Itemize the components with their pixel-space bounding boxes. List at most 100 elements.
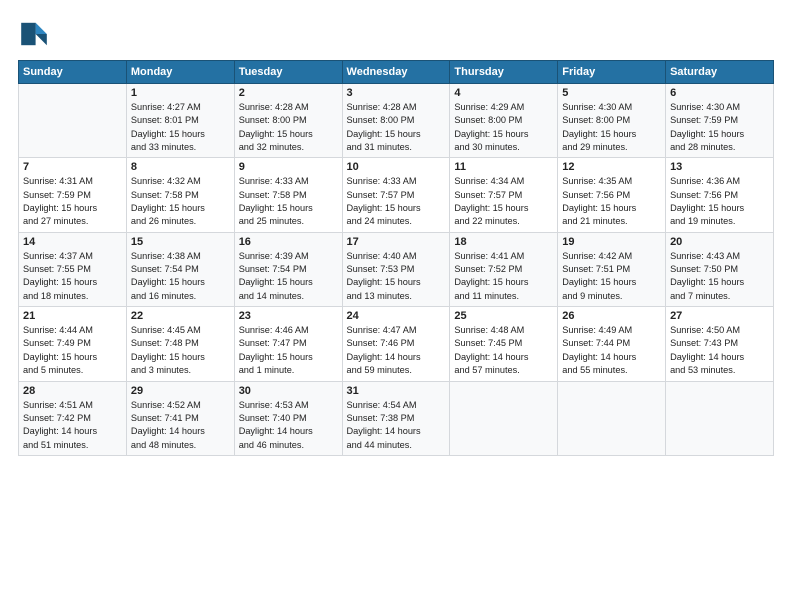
day-number: 28 bbox=[23, 385, 122, 397]
cell-content: Sunrise: 4:53 AMSunset: 7:40 PMDaylight:… bbox=[239, 399, 338, 452]
cell-content: Sunrise: 4:46 AMSunset: 7:47 PMDaylight:… bbox=[239, 324, 338, 377]
cell-content: Sunrise: 4:48 AMSunset: 7:45 PMDaylight:… bbox=[454, 324, 553, 377]
day-number: 25 bbox=[454, 310, 553, 322]
cell-content: Sunrise: 4:38 AMSunset: 7:54 PMDaylight:… bbox=[131, 250, 230, 303]
calendar-cell bbox=[450, 381, 558, 455]
day-number: 3 bbox=[347, 87, 446, 99]
logo-icon bbox=[18, 18, 50, 50]
col-header-monday: Monday bbox=[126, 61, 234, 84]
cell-content: Sunrise: 4:28 AMSunset: 8:00 PMDaylight:… bbox=[347, 101, 446, 154]
calendar-cell: 2Sunrise: 4:28 AMSunset: 8:00 PMDaylight… bbox=[234, 84, 342, 158]
day-number: 12 bbox=[562, 161, 661, 173]
calendar-table: SundayMondayTuesdayWednesdayThursdayFrid… bbox=[18, 60, 774, 456]
calendar-cell: 28 Sunrise: 4:51 AMSunset: 7:42 PMDayligh… bbox=[19, 381, 127, 455]
calendar-cell: 22Sunrise: 4:45 AMSunset: 7:48 PMDayligh… bbox=[126, 307, 234, 381]
day-number: 27 bbox=[670, 310, 769, 322]
day-number: 7 bbox=[23, 161, 122, 173]
day-number: 22 bbox=[131, 310, 230, 322]
cell-content: Sunrise: 4:50 AMSunset: 7:43 PMDaylight:… bbox=[670, 324, 769, 377]
week-row-3: 21 Sunrise: 4:44 AMSunset: 7:49 PMDayligh… bbox=[19, 307, 774, 381]
calendar-cell: 17 Sunrise: 4:40 AMSunset: 7:53 PMDayligh… bbox=[342, 232, 450, 306]
calendar-cell: 29 Sunrise: 4:52 AMSunset: 7:41 PMDayligh… bbox=[126, 381, 234, 455]
day-number: 20 bbox=[670, 236, 769, 248]
calendar-cell: 16 Sunrise: 4:39 AMSunset: 7:54 PMDayligh… bbox=[234, 232, 342, 306]
calendar-cell: 4 Sunrise: 4:29 AMSunset: 8:00 PMDaylight… bbox=[450, 84, 558, 158]
cell-content: Sunrise: 4:30 AMSunset: 7:59 PMDaylight:… bbox=[670, 101, 769, 154]
cell-content: Sunrise: 4:51 AMSunset: 7:42 PMDaylight:… bbox=[23, 399, 122, 452]
cell-content: Sunrise: 4:43 AMSunset: 7:50 PMDaylight:… bbox=[670, 250, 769, 303]
day-number: 21 bbox=[23, 310, 122, 322]
day-number: 16 bbox=[239, 236, 338, 248]
calendar-cell: 18 Sunrise: 4:41 AMSunset: 7:52 PMDayligh… bbox=[450, 232, 558, 306]
day-number: 24 bbox=[347, 310, 446, 322]
calendar-cell: 26Sunrise: 4:49 AMSunset: 7:44 PMDayligh… bbox=[558, 307, 666, 381]
day-number: 23 bbox=[239, 310, 338, 322]
day-number: 18 bbox=[454, 236, 553, 248]
calendar-cell: 7 Sunrise: 4:31 AMSunset: 7:59 PMDaylight… bbox=[19, 158, 127, 232]
col-header-sunday: Sunday bbox=[19, 61, 127, 84]
day-number: 10 bbox=[347, 161, 446, 173]
cell-content: Sunrise: 4:28 AMSunset: 8:00 PMDaylight:… bbox=[239, 101, 338, 154]
cell-content: Sunrise: 4:42 AMSunset: 7:51 PMDaylight:… bbox=[562, 250, 661, 303]
col-header-friday: Friday bbox=[558, 61, 666, 84]
calendar-cell: 31 Sunrise: 4:54 AMSunset: 7:38 PMDayligh… bbox=[342, 381, 450, 455]
day-number: 31 bbox=[347, 385, 446, 397]
week-row-1: 7 Sunrise: 4:31 AMSunset: 7:59 PMDaylight… bbox=[19, 158, 774, 232]
calendar-cell: 6 Sunrise: 4:30 AMSunset: 7:59 PMDaylight… bbox=[666, 84, 774, 158]
calendar-cell: 1 Sunrise: 4:27 AMSunset: 8:01 PMDaylight… bbox=[126, 84, 234, 158]
calendar-cell: 24 Sunrise: 4:47 AMSunset: 7:46 PMDayligh… bbox=[342, 307, 450, 381]
day-number: 13 bbox=[670, 161, 769, 173]
cell-content: Sunrise: 4:39 AMSunset: 7:54 PMDaylight:… bbox=[239, 250, 338, 303]
calendar-cell bbox=[558, 381, 666, 455]
day-number: 6 bbox=[670, 87, 769, 99]
logo bbox=[18, 18, 54, 50]
calendar-cell: 13Sunrise: 4:36 AMSunset: 7:56 PMDayligh… bbox=[666, 158, 774, 232]
day-number: 26 bbox=[562, 310, 661, 322]
cell-content: Sunrise: 4:31 AMSunset: 7:59 PMDaylight:… bbox=[23, 175, 122, 228]
cell-content: Sunrise: 4:35 AMSunset: 7:56 PMDaylight:… bbox=[562, 175, 661, 228]
cell-content: Sunrise: 4:41 AMSunset: 7:52 PMDaylight:… bbox=[454, 250, 553, 303]
day-number: 30 bbox=[239, 385, 338, 397]
calendar-cell: 12 Sunrise: 4:35 AMSunset: 7:56 PMDayligh… bbox=[558, 158, 666, 232]
cell-content: Sunrise: 4:52 AMSunset: 7:41 PMDaylight:… bbox=[131, 399, 230, 452]
cell-content: Sunrise: 4:27 AMSunset: 8:01 PMDaylight:… bbox=[131, 101, 230, 154]
week-row-2: 14 Sunrise: 4:37 AMSunset: 7:55 PMDayligh… bbox=[19, 232, 774, 306]
calendar-cell: 23 Sunrise: 4:46 AMSunset: 7:47 PMDayligh… bbox=[234, 307, 342, 381]
cell-content: Sunrise: 4:29 AMSunset: 8:00 PMDaylight:… bbox=[454, 101, 553, 154]
calendar-cell: 5 Sunrise: 4:30 AMSunset: 8:00 PMDaylight… bbox=[558, 84, 666, 158]
week-row-0: 1 Sunrise: 4:27 AMSunset: 8:01 PMDaylight… bbox=[19, 84, 774, 158]
calendar-cell: 21 Sunrise: 4:44 AMSunset: 7:49 PMDayligh… bbox=[19, 307, 127, 381]
cell-content: Sunrise: 4:37 AMSunset: 7:55 PMDaylight:… bbox=[23, 250, 122, 303]
cell-content: Sunrise: 4:44 AMSunset: 7:49 PMDaylight:… bbox=[23, 324, 122, 377]
cell-content: Sunrise: 4:40 AMSunset: 7:53 PMDaylight:… bbox=[347, 250, 446, 303]
calendar-cell: 25 Sunrise: 4:48 AMSunset: 7:45 PMDayligh… bbox=[450, 307, 558, 381]
calendar-cell: 15 Sunrise: 4:38 AMSunset: 7:54 PMDayligh… bbox=[126, 232, 234, 306]
day-number: 4 bbox=[454, 87, 553, 99]
cell-content: Sunrise: 4:47 AMSunset: 7:46 PMDaylight:… bbox=[347, 324, 446, 377]
calendar-header: SundayMondayTuesdayWednesdayThursdayFrid… bbox=[19, 61, 774, 84]
cell-content: Sunrise: 4:54 AMSunset: 7:38 PMDaylight:… bbox=[347, 399, 446, 452]
calendar-cell: 9Sunrise: 4:33 AMSunset: 7:58 PMDaylight… bbox=[234, 158, 342, 232]
day-number: 5 bbox=[562, 87, 661, 99]
calendar-cell: 30 Sunrise: 4:53 AMSunset: 7:40 PMDayligh… bbox=[234, 381, 342, 455]
calendar-cell: 3 Sunrise: 4:28 AMSunset: 8:00 PMDaylight… bbox=[342, 84, 450, 158]
col-header-saturday: Saturday bbox=[666, 61, 774, 84]
cell-content: Sunrise: 4:33 AMSunset: 7:57 PMDaylight:… bbox=[347, 175, 446, 228]
day-number: 19 bbox=[562, 236, 661, 248]
calendar-cell: 10 Sunrise: 4:33 AMSunset: 7:57 PMDayligh… bbox=[342, 158, 450, 232]
header bbox=[18, 18, 774, 50]
day-number: 1 bbox=[131, 87, 230, 99]
calendar-cell: 20 Sunrise: 4:43 AMSunset: 7:50 PMDayligh… bbox=[666, 232, 774, 306]
day-number: 14 bbox=[23, 236, 122, 248]
day-number: 11 bbox=[454, 161, 553, 173]
page: SundayMondayTuesdayWednesdayThursdayFrid… bbox=[0, 0, 792, 612]
day-number: 15 bbox=[131, 236, 230, 248]
calendar-cell bbox=[19, 84, 127, 158]
calendar-cell: 19 Sunrise: 4:42 AMSunset: 7:51 PMDayligh… bbox=[558, 232, 666, 306]
day-number: 17 bbox=[347, 236, 446, 248]
day-number: 29 bbox=[131, 385, 230, 397]
calendar-cell: 27 Sunrise: 4:50 AMSunset: 7:43 PMDayligh… bbox=[666, 307, 774, 381]
cell-content: Sunrise: 4:30 AMSunset: 8:00 PMDaylight:… bbox=[562, 101, 661, 154]
cell-content: Sunrise: 4:32 AMSunset: 7:58 PMDaylight:… bbox=[131, 175, 230, 228]
calendar-body: 1 Sunrise: 4:27 AMSunset: 8:01 PMDaylight… bbox=[19, 84, 774, 456]
